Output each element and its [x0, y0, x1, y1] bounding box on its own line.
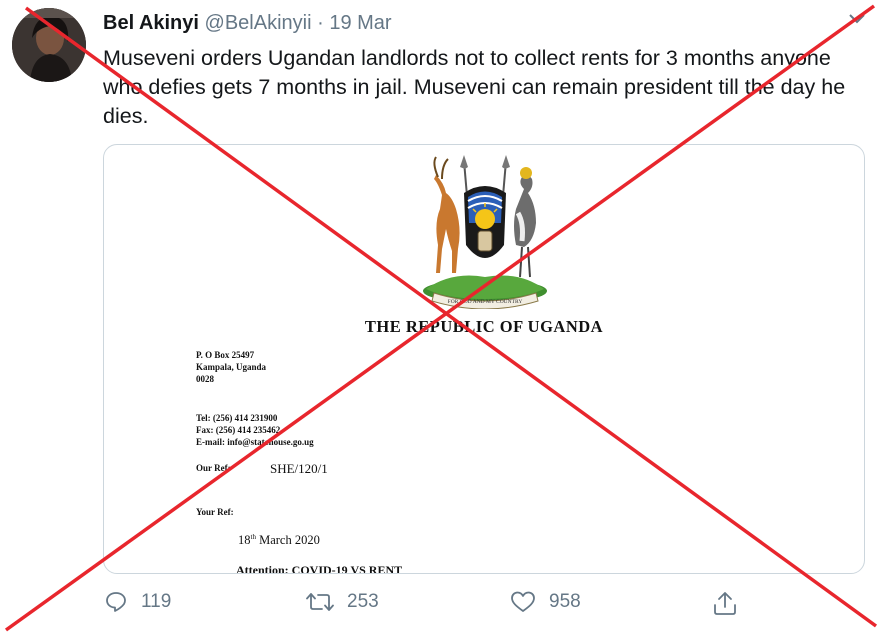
retweet-button[interactable]: 253: [306, 590, 379, 614]
tweet-date[interactable]: 19 Mar: [329, 12, 391, 34]
avatar[interactable]: [12, 8, 86, 82]
date-rest: March 2020: [255, 533, 320, 548]
reply-button[interactable]: 119: [104, 590, 171, 614]
tweet-text: Museveni orders Ugandan landlords not to…: [103, 46, 846, 128]
tweet-media-card[interactable]: FOR GOD AND MY COUNTRY THE REPUBLIC OF U…: [103, 144, 865, 574]
share-button[interactable]: [712, 590, 738, 616]
uganda-coat-of-arms: FOR GOD AND MY COUNTRY: [423, 155, 547, 309]
retweet-count: 253: [347, 591, 379, 612]
contact-line: Tel: (256) 414 231900: [196, 413, 278, 423]
attention-line: Attention: COVID-19 VS RENT: [236, 563, 403, 574]
author-handle[interactable]: @BelAkinyii: [205, 12, 312, 34]
like-button[interactable]: 958: [510, 590, 581, 614]
avatar-photo: [12, 8, 86, 82]
our-ref-value: SHE/120/1: [270, 461, 328, 476]
tweet-header: Bel Akinyi @BelAkinyii · 19 Mar: [103, 12, 392, 35]
separator-dot: ·: [317, 12, 324, 34]
contact-details: Tel: (256) 414 231900 Fax: (256) 414 235…: [196, 412, 314, 448]
contact-line: E-mail: info@statehouse.go.ug: [196, 437, 314, 447]
our-ref: Our Ref: SHE/120/1: [196, 461, 328, 476]
address-line: Kampala, Uganda: [196, 362, 267, 372]
postal-address: P. O Box 25497 Kampala, Uganda 0028: [196, 349, 266, 385]
address-line: 0028: [196, 374, 214, 384]
author-name[interactable]: Bel Akinyi: [103, 12, 199, 34]
letter-date: 18th March 2020: [238, 533, 320, 548]
document-image: FOR GOD AND MY COUNTRY THE REPUBLIC OF U…: [104, 145, 864, 573]
document-heading: THE REPUBLIC OF UGANDA: [364, 317, 604, 336]
your-ref-label: Your Ref:: [196, 507, 234, 517]
chevron-down-icon[interactable]: [846, 10, 868, 28]
reply-count: 119: [141, 591, 172, 612]
tweet-actions: 119 253 958: [0, 590, 879, 622]
retweet-icon: [306, 593, 334, 611]
reply-icon: [106, 592, 126, 612]
contact-line: Fax: (256) 414 235462: [196, 425, 281, 435]
address-line: P. O Box 25497: [196, 350, 255, 360]
like-count: 958: [549, 591, 581, 612]
heart-icon: [511, 591, 535, 612]
crest-motto: FOR GOD AND MY COUNTRY: [448, 299, 523, 305]
date-day: 18: [238, 533, 251, 548]
our-ref-label: Our Ref:: [196, 463, 231, 473]
share-icon: [714, 592, 736, 615]
